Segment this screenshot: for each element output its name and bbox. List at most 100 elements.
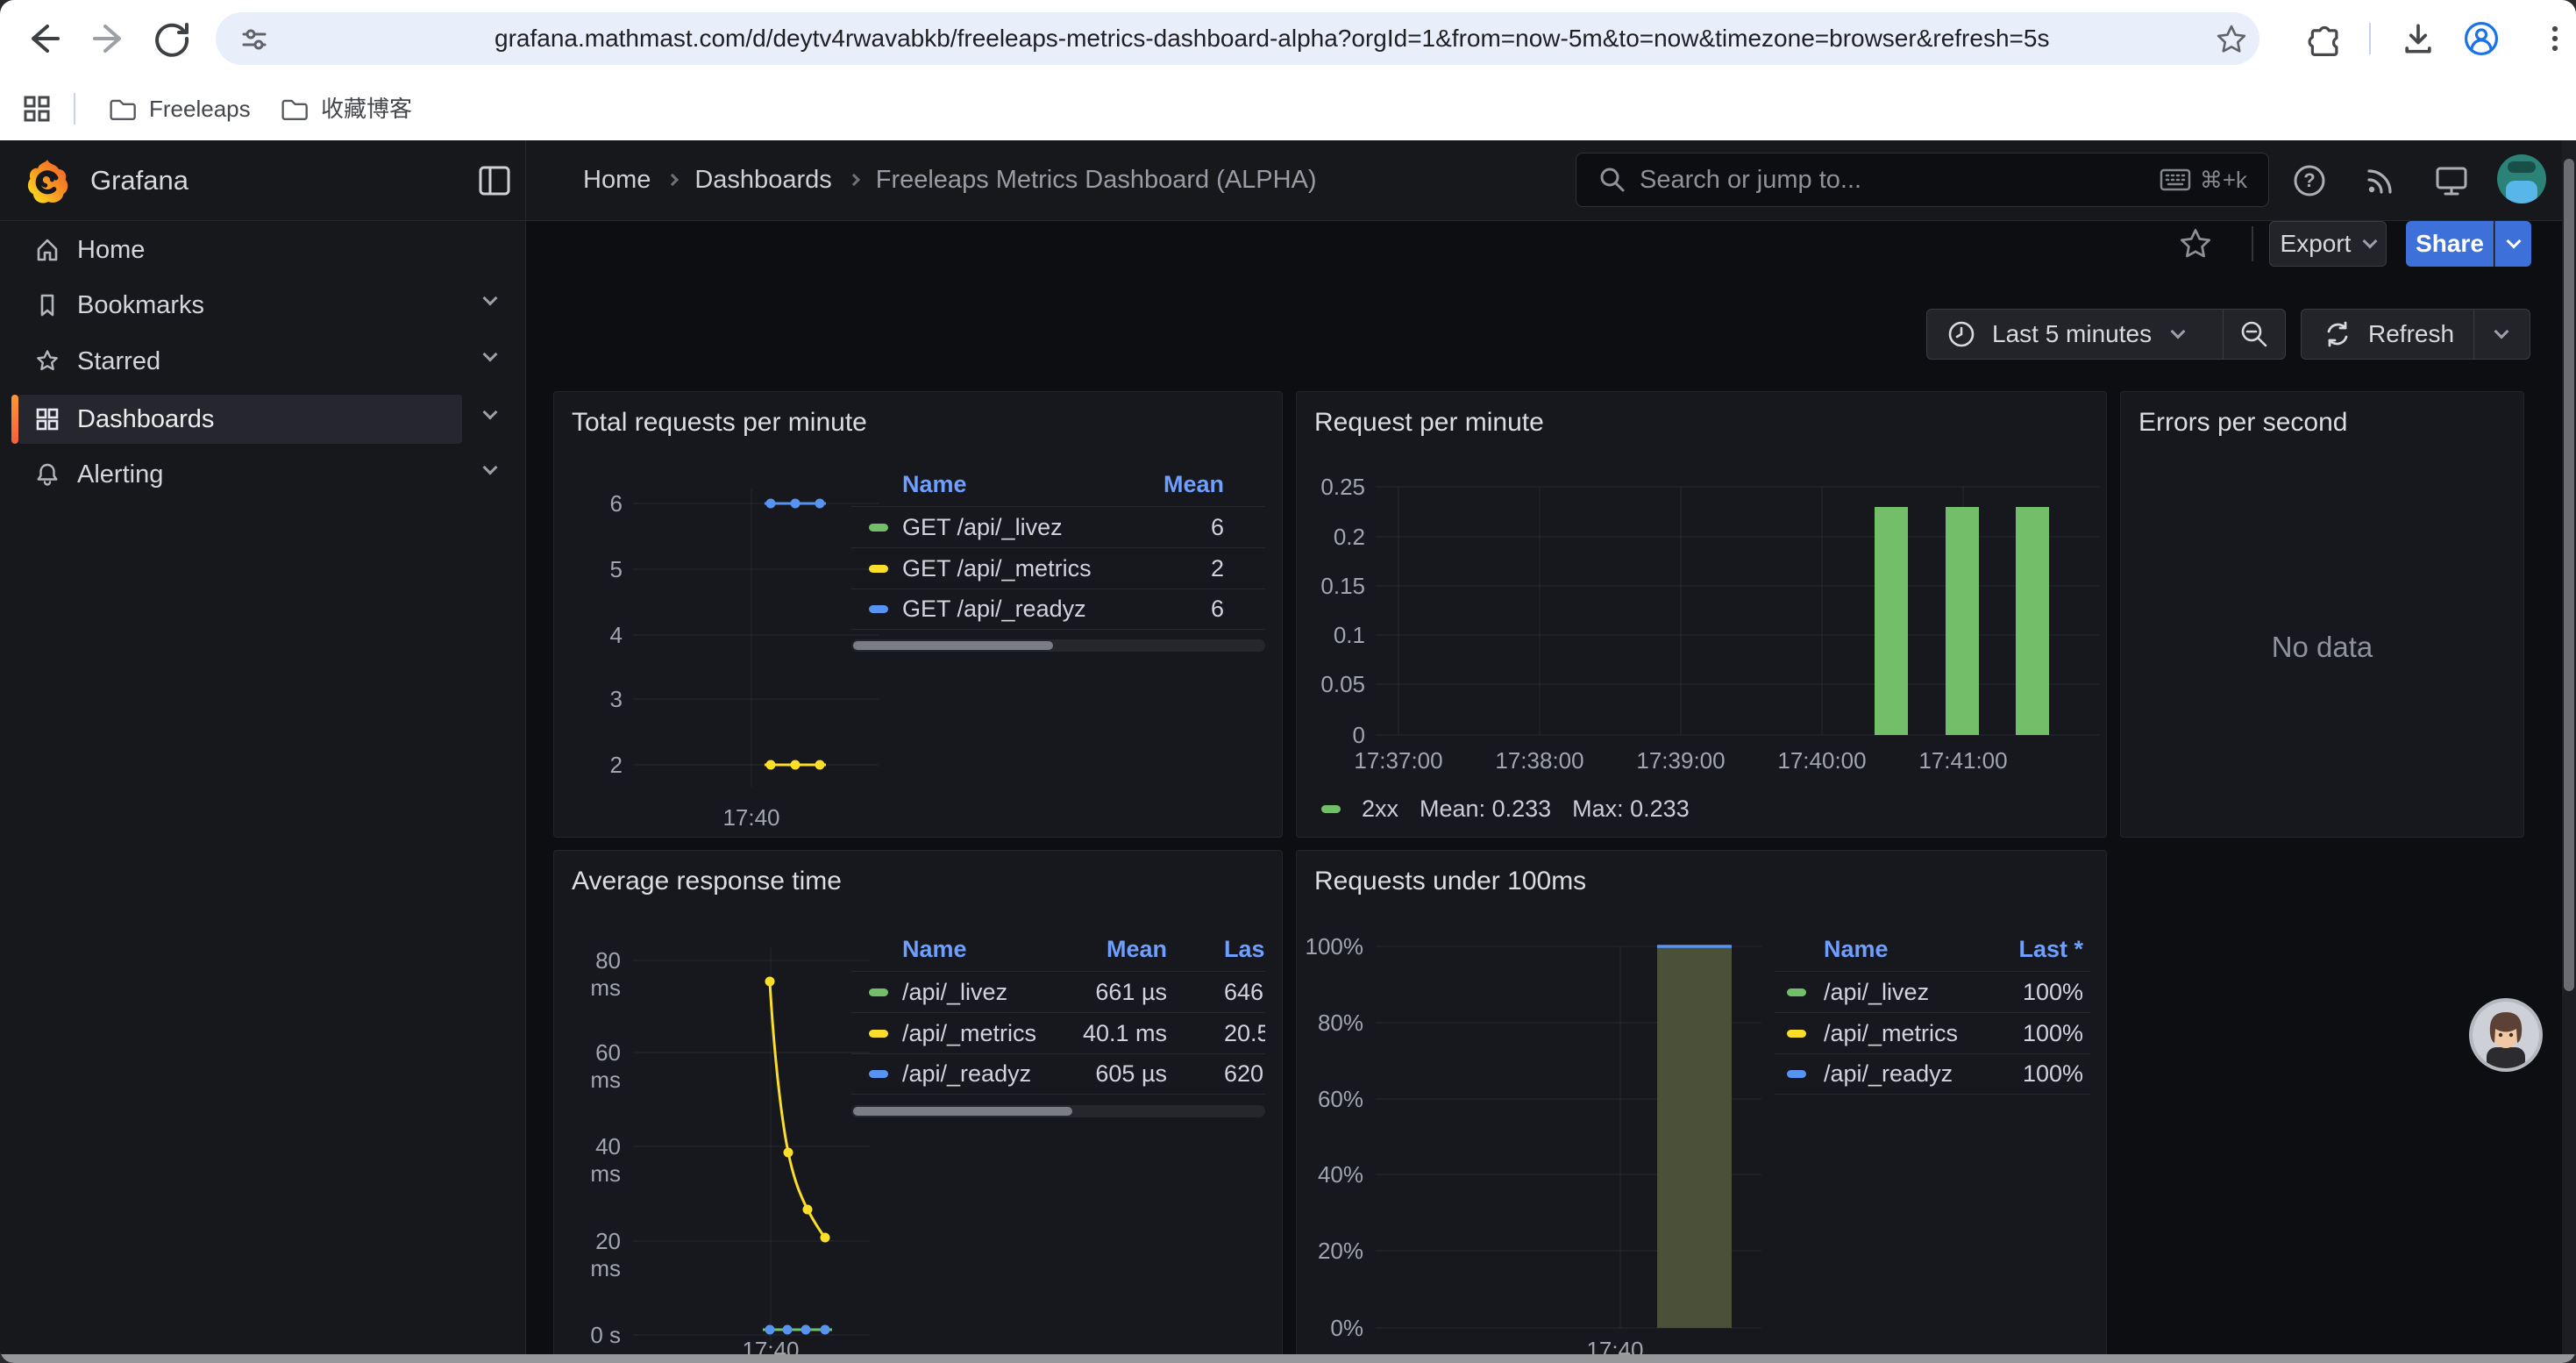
series-name[interactable]: GET /api/_readyz bbox=[902, 589, 1086, 629]
bookmark-item-blog[interactable]: 收藏博客 bbox=[279, 77, 412, 140]
monitor-icon[interactable] bbox=[2434, 163, 2469, 198]
line-chart[interactable] bbox=[633, 484, 879, 804]
sidebar-item-home[interactable]: Home bbox=[18, 225, 462, 275]
bookmark-item-freeleaps[interactable]: Freeleaps bbox=[107, 77, 251, 140]
refresh-button[interactable]: Refresh bbox=[2302, 310, 2473, 359]
legend-row[interactable]: /api/_livez 100% bbox=[1775, 971, 2090, 1012]
panel-title[interactable]: Errors per second bbox=[2138, 408, 2347, 438]
apps-grid-icon[interactable] bbox=[21, 93, 53, 125]
bottom-scrollbar[interactable] bbox=[0, 1354, 2576, 1363]
legend-scrollbar-thumb[interactable] bbox=[853, 1107, 1072, 1116]
panel-requests-under-100ms[interactable]: Requests under 100ms 100% 80% 60% 40% 20… bbox=[1296, 850, 2107, 1363]
y-tick: 100% bbox=[1302, 933, 1363, 960]
chevron-down-icon[interactable] bbox=[483, 460, 498, 475]
legend-col-mean[interactable]: Mean bbox=[1163, 462, 1224, 506]
legend-col-name[interactable]: Name bbox=[902, 462, 967, 506]
chevron-down-icon[interactable] bbox=[483, 405, 498, 420]
panel-total-requests[interactable]: Total requests per minute 6 5 4 3 2 17:4… bbox=[553, 391, 1283, 838]
news-rss-icon[interactable] bbox=[2363, 163, 2398, 198]
legend-scrollbar[interactable] bbox=[851, 639, 1265, 652]
series-name[interactable]: GET /api/_metrics bbox=[902, 548, 1092, 589]
breadcrumb-home[interactable]: Home bbox=[583, 166, 651, 195]
legend-scrollbar[interactable] bbox=[851, 1105, 1265, 1117]
legend-table: Name Last * /api/_livez 100% /api/_metri… bbox=[1775, 927, 2090, 1095]
dock-sidebar-icon[interactable] bbox=[477, 163, 512, 198]
refresh-interval-button[interactable] bbox=[2474, 310, 2530, 359]
legend-row[interactable]: /api/_readyz 100% bbox=[1775, 1053, 2090, 1095]
sidebar-nav: Home Bookmarks Starred Dashboards Alerti… bbox=[0, 221, 526, 1363]
legend-col-last[interactable]: Last * bbox=[2018, 927, 2083, 971]
chevron-down-icon[interactable] bbox=[483, 291, 498, 306]
series-name[interactable]: /api/_livez bbox=[902, 972, 1007, 1012]
sidebar-item-alerting[interactable]: Alerting bbox=[18, 450, 462, 499]
profile-icon[interactable] bbox=[2462, 19, 2501, 58]
panel-title[interactable]: Requests under 100ms bbox=[1314, 867, 1586, 896]
share-button[interactable]: Share bbox=[2406, 221, 2494, 267]
bar-chart[interactable] bbox=[1376, 480, 2099, 743]
search-input[interactable]: Search or jump to... ⌘+k bbox=[1576, 153, 2269, 207]
brand-name[interactable]: Grafana bbox=[90, 140, 189, 220]
series-name[interactable]: /api/_metrics bbox=[1824, 1013, 1958, 1053]
bell-icon bbox=[34, 461, 60, 488]
forward-icon[interactable] bbox=[88, 18, 130, 60]
time-range-picker[interactable]: Last 5 minutes bbox=[1927, 310, 2223, 359]
series-name[interactable]: /api/_readyz bbox=[902, 1054, 1031, 1094]
series-swatch bbox=[1321, 805, 1341, 813]
user-avatar[interactable] bbox=[2497, 154, 2546, 203]
legend-col-last[interactable]: Las bbox=[1224, 927, 1265, 971]
panel-title[interactable]: Request per minute bbox=[1314, 408, 1544, 438]
search-shortcut: ⌘+k bbox=[2160, 167, 2247, 194]
sidebar-item-starred[interactable]: Starred bbox=[18, 337, 462, 386]
reload-icon[interactable] bbox=[151, 18, 193, 60]
url-text[interactable]: grafana.mathmast.com/d/deytv4rwavabkb/fr… bbox=[495, 12, 2406, 65]
legend-row[interactable]: GET /api/_readyz 6 bbox=[851, 589, 1265, 630]
series-mean: Mean: 0.233 bbox=[1420, 796, 1551, 823]
page-scrollbar-thumb[interactable] bbox=[2564, 159, 2574, 991]
series-name[interactable]: GET /api/_livez bbox=[902, 507, 1063, 547]
breadcrumb-dashboards[interactable]: Dashboards bbox=[694, 166, 831, 195]
site-settings-icon[interactable] bbox=[238, 24, 270, 55]
series-name[interactable]: /api/_metrics bbox=[902, 1013, 1036, 1053]
panel-title[interactable]: Total requests per minute bbox=[572, 408, 867, 438]
bookmark-star-icon[interactable] bbox=[2213, 21, 2250, 58]
floating-assistant-avatar[interactable] bbox=[2469, 998, 2543, 1072]
url-bar[interactable]: grafana.mathmast.com/d/deytv4rwavabkb/fr… bbox=[216, 12, 2259, 65]
browser-menu-icon[interactable] bbox=[2536, 19, 2574, 58]
extensions-icon[interactable] bbox=[2302, 19, 2340, 58]
legend-line[interactable]: 2xx Mean: 0.233 Max: 0.233 bbox=[1321, 791, 1690, 826]
share-menu-button[interactable] bbox=[2494, 221, 2531, 267]
legend-row[interactable]: /api/_livez 661 µs 646 bbox=[851, 971, 1265, 1012]
sidebar-item-dashboards[interactable]: Dashboards bbox=[18, 395, 462, 444]
panel-title[interactable]: Average response time bbox=[572, 867, 842, 896]
panel-errors-per-second[interactable]: Errors per second No data bbox=[2120, 391, 2524, 838]
series-name[interactable]: 2xx bbox=[1362, 796, 1398, 823]
favorite-dashboard-star-icon[interactable] bbox=[2176, 225, 2215, 263]
legend-row[interactable]: /api/_metrics 100% bbox=[1775, 1012, 2090, 1053]
help-icon[interactable]: ? bbox=[2292, 163, 2327, 198]
panel-avg-response-time[interactable]: Average response time 80 ms 60 ms 40 ms … bbox=[553, 850, 1283, 1363]
panel-request-per-minute[interactable]: Request per minute 0.25 0.2 0.15 0.1 0.0… bbox=[1296, 391, 2107, 838]
x-tick: 17:41:00 bbox=[1893, 747, 2033, 774]
legend-row[interactable]: GET /api/_metrics 2 bbox=[851, 547, 1265, 589]
legend-row[interactable]: GET /api/_livez 6 bbox=[851, 506, 1265, 547]
avatar-shape-bottom bbox=[2506, 181, 2537, 203]
sidebar-item-bookmarks[interactable]: Bookmarks bbox=[18, 281, 462, 330]
series-name[interactable]: /api/_readyz bbox=[1824, 1054, 1953, 1094]
back-icon[interactable] bbox=[23, 18, 65, 60]
legend-col-name[interactable]: Name bbox=[902, 927, 967, 971]
chevron-down-icon[interactable] bbox=[483, 347, 498, 362]
grafana-logo-icon[interactable] bbox=[25, 158, 70, 203]
export-button[interactable]: Export bbox=[2269, 221, 2387, 267]
download-icon[interactable] bbox=[2399, 19, 2437, 58]
legend-row[interactable]: /api/_metrics 40.1 ms 20.5 r bbox=[851, 1012, 1265, 1053]
series-swatch bbox=[869, 605, 888, 613]
legend-col-name[interactable]: Name bbox=[1824, 927, 1889, 971]
area-chart[interactable] bbox=[1376, 938, 1761, 1342]
legend-scrollbar-thumb[interactable] bbox=[853, 641, 1053, 650]
legend-col-mean[interactable]: Mean bbox=[1107, 927, 1167, 971]
series-name[interactable]: /api/_livez bbox=[1824, 972, 1929, 1012]
zoom-out-button[interactable] bbox=[2224, 310, 2285, 359]
legend-row[interactable]: /api/_readyz 605 µs 620 bbox=[851, 1053, 1265, 1095]
bookmarks-divider bbox=[74, 93, 75, 125]
line-chart[interactable] bbox=[633, 947, 870, 1346]
